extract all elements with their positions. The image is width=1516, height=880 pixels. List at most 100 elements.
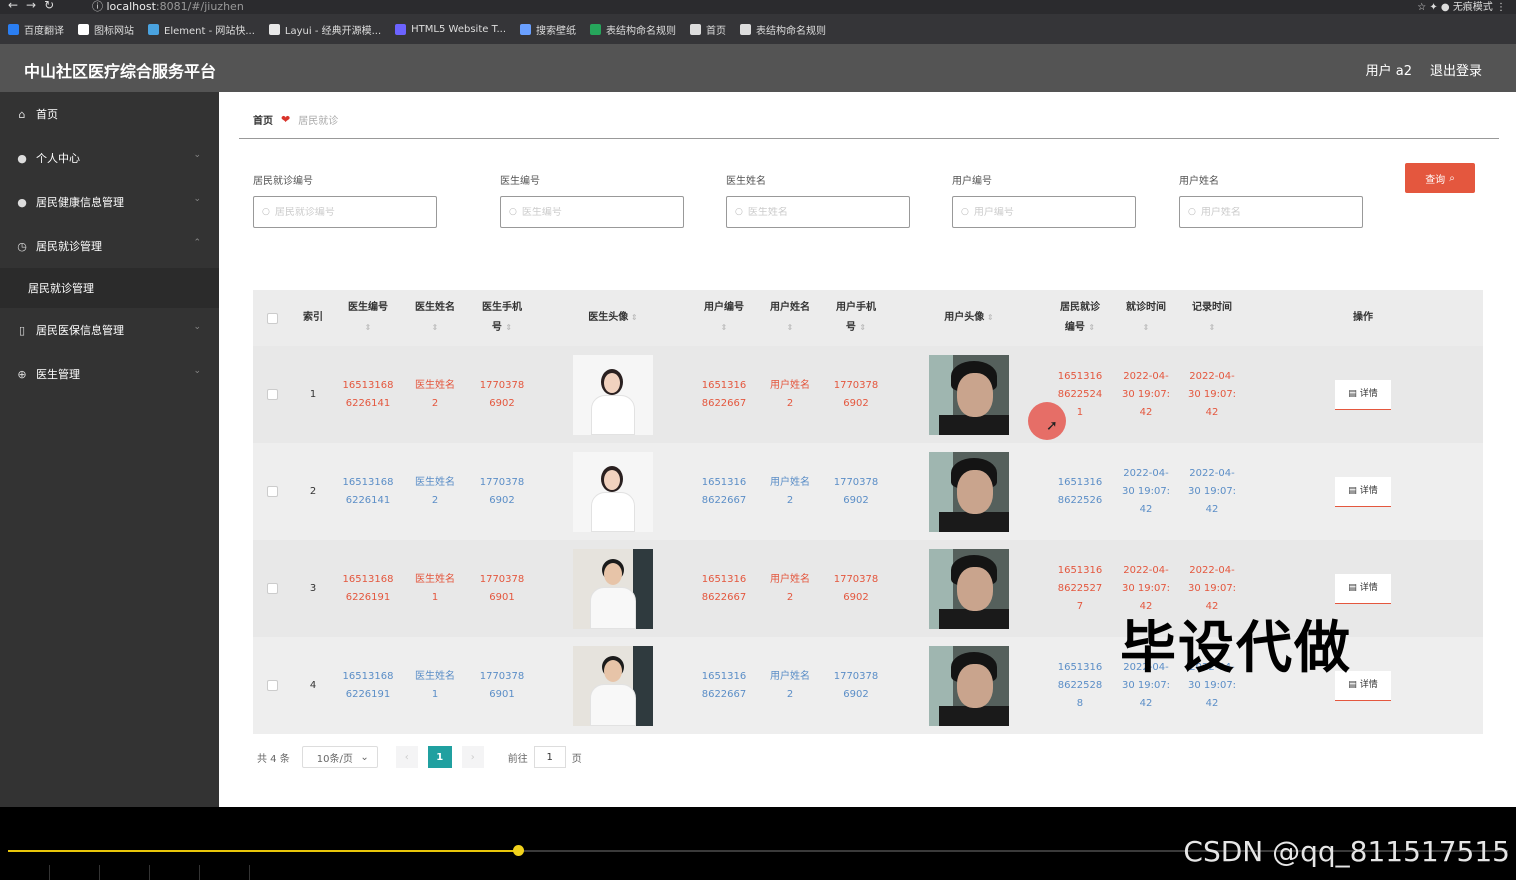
- bookmark-item[interactable]: 表结构命名规则: [590, 22, 676, 37]
- column-header-user-phone[interactable]: 用户手机号 ⇕: [823, 290, 889, 346]
- sort-icon[interactable]: ⇕: [721, 323, 728, 332]
- cell-chk: [257, 540, 287, 637]
- search-input-box[interactable]: ○: [500, 196, 684, 228]
- column-header-visit-no[interactable]: 居民就诊 编号 ⇕: [1047, 290, 1113, 346]
- table-row[interactable]: 1 16513168 6226141 医生姓名 2 1770378 6902 1651316 8…: [253, 346, 1483, 443]
- goto-page-input[interactable]: 1: [533, 746, 566, 768]
- logout-link[interactable]: 退出登录: [1430, 60, 1482, 79]
- user-avatar: [929, 451, 1009, 532]
- cell-doc-avatar: [553, 637, 673, 734]
- search-input-box[interactable]: ○: [726, 196, 910, 228]
- cell-line: 医生姓名: [415, 476, 455, 488]
- sort-icon[interactable]: ⇕: [628, 313, 638, 322]
- video-progress-knob[interactable]: [513, 845, 524, 856]
- address-bar[interactable]: ⓘ localhost:8081/#/jiuzhen: [92, 0, 244, 14]
- sidebar-item[interactable]: ● 个人中心 ⌄: [0, 136, 219, 180]
- page-number-current[interactable]: 1: [427, 746, 452, 768]
- sort-icon[interactable]: ⇕: [984, 313, 994, 322]
- sidebar-item[interactable]: ⊕ 医生管理 ⌄: [0, 352, 219, 396]
- sidebar-item[interactable]: ▯ 居民医保信息管理 ⌄: [0, 308, 219, 352]
- doctor-avatar: [573, 354, 653, 435]
- page-size-select[interactable]: 10条/页 ⌄: [301, 746, 378, 768]
- column-header-user-avatar[interactable]: 用户头像 ⇕: [909, 290, 1029, 346]
- sort-icon[interactable]: ⇕: [432, 323, 439, 332]
- cell-text: 1770378 6902: [834, 668, 879, 704]
- heart-icon: ❤: [281, 113, 291, 126]
- column-header-doc-no[interactable]: 医生编号 ⇕: [335, 290, 401, 346]
- query-button[interactable]: 查询 ⌕: [1405, 163, 1475, 193]
- cell-line: 6226191: [345, 688, 391, 700]
- sort-icon[interactable]: ⇕: [1088, 323, 1095, 332]
- sort-icon[interactable]: ⇕: [505, 323, 512, 332]
- home-icon: ⌂: [18, 107, 26, 121]
- detail-button[interactable]: ▤ 详情: [1335, 476, 1391, 507]
- row-checkbox[interactable]: [266, 389, 278, 400]
- prev-page-button[interactable]: ‹: [395, 746, 418, 768]
- cell-line: 1651316: [1057, 661, 1103, 673]
- table-row[interactable]: 2 16513168 6226141 医生姓名 2 1770378 6902 1651316 8…: [253, 443, 1483, 540]
- row-checkbox[interactable]: [266, 486, 278, 497]
- column-header-doc-name[interactable]: 医生姓名 ⇕: [403, 290, 467, 346]
- bookmark-item[interactable]: Layui - 经典开源模...: [268, 22, 381, 37]
- column-header-record-time[interactable]: 记录时间 ⇕: [1179, 290, 1245, 346]
- select-all-checkbox[interactable]: [266, 312, 278, 324]
- cell-text: 1651316 8622667: [702, 474, 747, 510]
- column-header-user-name[interactable]: 用户姓名 ⇕: [757, 290, 823, 346]
- column-header-user-no[interactable]: 用户编号 ⇕: [691, 290, 757, 346]
- search-input[interactable]: [747, 206, 898, 218]
- sidebar-item[interactable]: ● 居民健康信息管理 ⌄: [0, 180, 219, 224]
- cell-line: 医生姓名: [415, 670, 455, 682]
- sidebar-item[interactable]: ⌂ 首页: [0, 92, 219, 136]
- bookmark-item[interactable]: 图标网站: [78, 22, 134, 37]
- sort-icon[interactable]: ⇕: [1143, 323, 1150, 332]
- row-checkbox[interactable]: [266, 680, 278, 691]
- column-header-visit-time[interactable]: 就诊时间 ⇕: [1113, 290, 1179, 346]
- column-header-label: 号 ⇕: [845, 322, 867, 333]
- sidebar-item-label: 个人中心: [36, 152, 80, 165]
- bookmark-icon: [690, 23, 702, 35]
- next-page-button[interactable]: ›: [461, 746, 484, 768]
- search-input[interactable]: [973, 206, 1124, 218]
- sort-icon[interactable]: ⇕: [859, 323, 866, 332]
- pagination: 共 4 条 10条/页 ⌄ ‹ 1 › 前往 1 页: [257, 746, 582, 768]
- search-input[interactable]: [521, 206, 672, 218]
- column-header-label: 索引: [303, 312, 323, 323]
- search-icon: ○: [735, 207, 743, 217]
- bookmark-item[interactable]: 表结构命名规则: [740, 22, 826, 37]
- search-input[interactable]: [1200, 206, 1351, 218]
- column-header-doc-avatar[interactable]: 医生头像 ⇕: [553, 290, 673, 346]
- sort-icon[interactable]: ⇕: [365, 323, 372, 332]
- cell-doc-phone: 1770378 6901: [469, 540, 535, 637]
- column-header-index[interactable]: 索引: [291, 290, 335, 346]
- bookmark-item[interactable]: HTML5 Website T...: [395, 23, 506, 35]
- search-input[interactable]: [274, 206, 425, 218]
- cell-user-phone: 1770378 6902: [823, 443, 889, 540]
- column-header-label: 医生编号: [348, 302, 388, 313]
- bookmark-item[interactable]: Element - 网站快...: [148, 22, 255, 37]
- search-input-box[interactable]: ○: [253, 196, 437, 228]
- column-header-label: ⇕: [365, 318, 372, 338]
- detail-button[interactable]: ▤ 详情: [1335, 379, 1391, 410]
- breadcrumb-home[interactable]: 首页: [253, 112, 273, 127]
- search-input-box[interactable]: ○: [1179, 196, 1363, 228]
- bookmark-icon: [395, 23, 407, 35]
- detail-button[interactable]: ▤ 详情: [1335, 573, 1391, 604]
- bookmark-item[interactable]: 搜索壁纸: [520, 22, 576, 37]
- sidebar-subitem-visit-management[interactable]: 居民就诊管理: [0, 268, 219, 308]
- sort-icon[interactable]: ⇕: [1209, 323, 1216, 332]
- column-header-label: 用户姓名: [770, 302, 810, 313]
- bookmark-icon: [148, 23, 159, 35]
- browser-nav-icons[interactable]: ←→↻: [8, 0, 62, 12]
- bookmark-item[interactable]: 首页: [690, 22, 726, 37]
- sort-icon[interactable]: ⇕: [787, 323, 794, 332]
- browser-profile[interactable]: ☆ ✦ ● 无痕模式 ⋮: [1417, 0, 1506, 13]
- sidebar-item[interactable]: ◷ 居民就诊管理 ⌃: [0, 224, 219, 268]
- bookmark-item[interactable]: 百度翻译: [8, 22, 64, 37]
- cell-index: 4: [309, 679, 317, 691]
- row-checkbox[interactable]: [266, 583, 278, 594]
- main-content: 首页 ❤ 居民就诊 居民就诊编号 ○ 医生编号 ○ 医生姓名 ○ 用户编号 ○ 用户姓名 ○ 查询…: [219, 92, 1516, 807]
- column-header-doc-phone[interactable]: 医生手机号 ⇕: [469, 290, 535, 346]
- clock-icon: ◷: [17, 239, 27, 253]
- search-input-box[interactable]: ○: [952, 196, 1136, 228]
- column-header-label: 用户手机: [836, 302, 876, 313]
